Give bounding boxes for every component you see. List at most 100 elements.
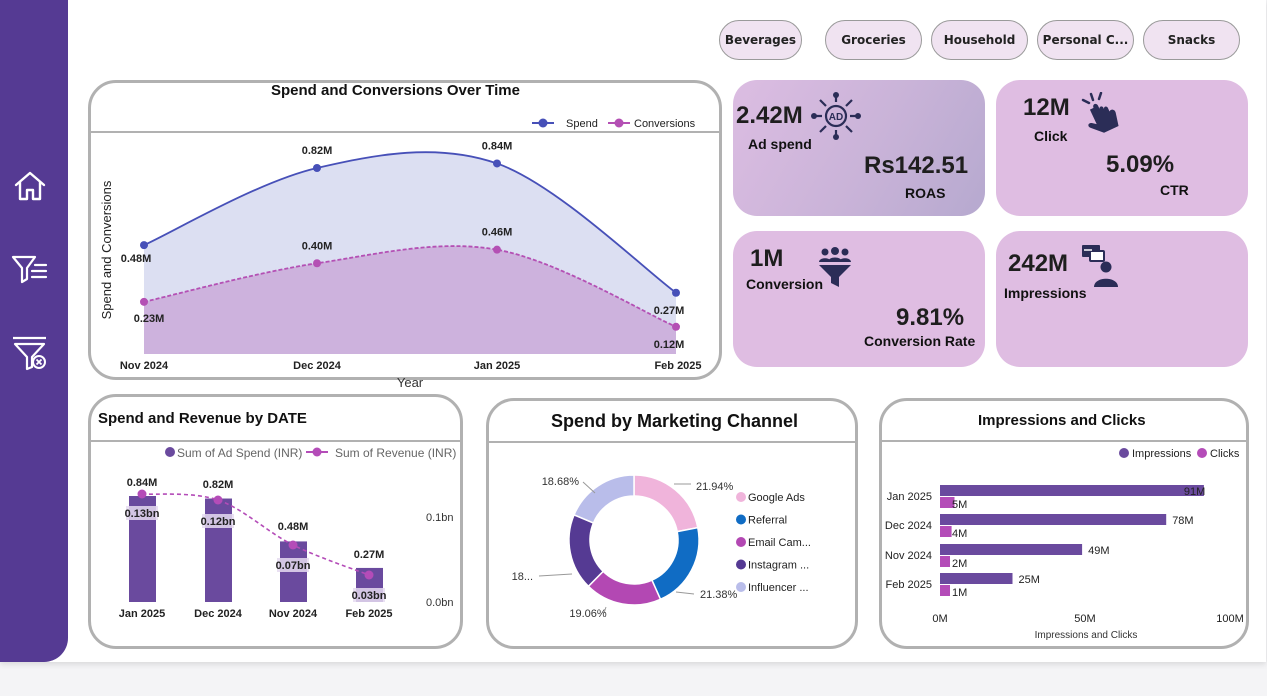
clear-filter-icon[interactable]: [8, 330, 52, 374]
kpi-card-conversion: 1M Conversion 9.81% Conversion Rate: [733, 231, 985, 367]
legend-marker-clicks: [1197, 448, 1207, 458]
legend-marker: [736, 582, 746, 592]
clicks-bar: [940, 556, 950, 567]
chart-marketing-channel: 21.94% 21.38% 19.06% 18... 18.68% Google Ads R…: [512, 474, 811, 620]
conversions-data-label: 0.12M: [654, 339, 685, 351]
impressions-data-label: 25M: [1019, 574, 1040, 586]
legend-label-impressions: Impressions: [1132, 448, 1192, 460]
x-tick-label: Nov 2024: [120, 360, 169, 372]
spend-data-label: 0.27M: [654, 305, 685, 317]
impressions-bar: [940, 544, 1083, 555]
svg-text:AD: AD: [829, 112, 843, 123]
secondary-y-tick: 0.0bn: [426, 597, 454, 609]
conversions-point: [313, 259, 321, 268]
conversions-data-label: 0.23M: [134, 313, 165, 325]
kpi-ctr-value: 5.09%: [1106, 151, 1175, 178]
kpi-ctr-label: CTR: [1160, 182, 1189, 198]
home-icon[interactable]: [8, 164, 52, 208]
clicks-data-label: 5M: [952, 499, 967, 511]
y-tick-label: Feb 2025: [886, 579, 932, 591]
clicks-data-label: 2M: [952, 558, 967, 570]
legend-marker: [736, 492, 746, 502]
report-canvas: Beverages Groceries Household Personal C…: [0, 0, 1266, 662]
kpi-roas-label: ROAS: [905, 185, 946, 201]
legend-label-conversions: Conversions: [634, 118, 696, 130]
x-tick-label: Dec 2024: [194, 608, 243, 620]
revenue-data-label: 0.13bn: [125, 508, 160, 520]
clicks-data-label: 4M: [952, 528, 967, 540]
x-tick-label: 100M: [1216, 613, 1244, 625]
revenue-data-label: 0.07bn: [276, 560, 311, 572]
revenue-data-label: 0.12bn: [201, 516, 236, 528]
presentation-person-icon: [1082, 245, 1118, 287]
revenue-point: [137, 489, 147, 499]
slice-percent-label: 18.68%: [542, 476, 580, 488]
slice-percent-label: 21.94%: [696, 481, 734, 493]
slice-leader-line: [538, 573, 573, 577]
x-tick-label: Jan 2025: [474, 360, 520, 372]
kpi-impressions-value: 242M: [1008, 250, 1069, 277]
impressions-data-label: 91M: [1184, 486, 1205, 498]
impressions-data-label: 49M: [1088, 545, 1109, 557]
report-stage: Beverages Groceries Household Personal C…: [0, 0, 1267, 696]
slicer-personal-care[interactable]: Personal C...: [1037, 20, 1134, 60]
spend-data-label: 0.84M: [482, 140, 513, 152]
y-tick-label: Dec 2024: [885, 520, 932, 532]
slice-percent-label: 18...: [512, 571, 533, 583]
x-tick-label: 0M: [932, 613, 947, 625]
impressions-bar: [940, 514, 1167, 525]
conversions-point: [672, 322, 680, 331]
kpi-ad-spend-value: 2.42M: [736, 102, 803, 129]
legend-label: Referral: [748, 515, 787, 527]
legend-label-revenue: Sum of Revenue (INR): [335, 446, 456, 460]
legend-marker: [736, 537, 746, 547]
spend-data-label: 0.48M: [278, 521, 309, 533]
spend-data-label: 0.84M: [127, 477, 158, 489]
x-axis-title: Impressions and Clicks: [1035, 630, 1138, 641]
legend-marker-revenue: [312, 447, 322, 457]
slice-leader-line: [675, 591, 695, 595]
donut-slice: [633, 474, 699, 533]
spend-data-label: 0.27M: [354, 549, 385, 561]
kpi-impressions-label: Impressions: [1004, 285, 1087, 301]
slicer-household[interactable]: Household: [931, 20, 1028, 60]
kpi-card-ad-spend: 2.42M Ad spend AD Rs142.51 ROAS: [733, 80, 985, 216]
filter-icon[interactable]: [8, 247, 52, 291]
legend-label: Instagram ...: [748, 560, 809, 572]
legend-label-spend: Spend: [566, 118, 598, 130]
x-tick-label: Jan 2025: [119, 608, 165, 620]
x-tick-label: 50M: [1074, 613, 1095, 625]
donut-slice: [568, 513, 605, 588]
slicer-snacks[interactable]: Snacks: [1143, 20, 1240, 60]
kpi-roas-value: Rs142.51: [864, 152, 969, 179]
x-tick-label: Feb 2025: [654, 360, 701, 372]
y-tick-label: Nov 2024: [885, 550, 932, 562]
kpi-ad-spend-label: Ad spend: [748, 136, 812, 152]
x-axis-title: Year: [397, 375, 424, 390]
legend-marker-impressions: [1119, 448, 1129, 458]
spend-data-label: 0.48M: [121, 253, 152, 265]
chart-spend-conversions: 0.48M 0.82M 0.84M 0.27M 0.23M 0.40M 0.46M 0.12M…: [99, 118, 702, 390]
spend-point: [493, 159, 501, 168]
slicer-groceries[interactable]: Groceries: [825, 20, 922, 60]
slice-leader-line: [582, 481, 596, 494]
impressions-data-label: 78M: [1172, 515, 1193, 527]
sidebar: [0, 0, 68, 662]
chart-spend-revenue: 0.84M 0.82M 0.48M 0.27M 0.13bn 0.12bn 0.07bn 0.…: [119, 446, 457, 620]
conversions-point: [140, 297, 148, 306]
clicks-data-label: 1M: [952, 587, 967, 599]
legend-marker-spend: [538, 118, 548, 128]
legend-label: Email Cam...: [748, 537, 811, 549]
slicer-beverages[interactable]: Beverages: [719, 20, 802, 60]
clicks-bar: [940, 585, 950, 596]
revenue-point: [288, 540, 298, 550]
kpi-conversion-rate-value: 9.81%: [896, 304, 965, 331]
kpi-click-label: Click: [1034, 128, 1068, 144]
kpi-conversion-label: Conversion: [746, 276, 824, 292]
x-tick-label: Dec 2024: [293, 360, 342, 372]
conversions-data-label: 0.40M: [302, 240, 333, 252]
kpi-click-value: 12M: [1023, 94, 1070, 121]
ad-network-icon: AD: [811, 92, 861, 140]
revenue-line: [141, 493, 370, 576]
impressions-bar: [940, 573, 1013, 584]
